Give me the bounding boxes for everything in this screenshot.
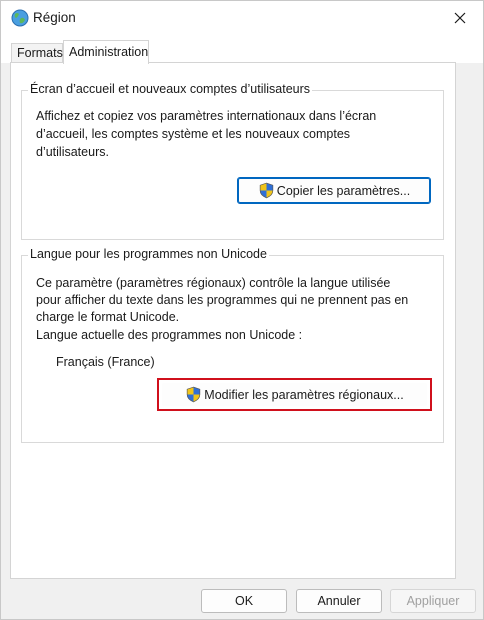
tab-strip: Formats Administration bbox=[1, 35, 483, 64]
globe-icon bbox=[11, 9, 29, 27]
welcome-screen-group: Écran d’accueil et nouveaux comptes d’ut… bbox=[21, 82, 444, 240]
ok-label: OK bbox=[234, 594, 254, 608]
welcome-text-line-1: Affichez et copiez vos paramètres intern… bbox=[36, 109, 377, 123]
administration-panel: Écran d’accueil et nouveaux comptes d’ut… bbox=[10, 62, 456, 579]
close-icon bbox=[454, 12, 466, 24]
copy-settings-label: Copier les paramètres... bbox=[276, 183, 411, 198]
ok-button[interactable]: OK bbox=[201, 589, 287, 613]
cancel-label: Annuler bbox=[317, 594, 361, 608]
title-bar: Région bbox=[1, 1, 483, 35]
unicode-text-line-1: Ce paramètre (paramètres régionaux) cont… bbox=[36, 276, 391, 290]
close-button[interactable] bbox=[437, 1, 483, 35]
apply-button[interactable]: Appliquer bbox=[390, 589, 476, 613]
welcome-text-line-2: d’accueil, les comptes système et les no… bbox=[36, 127, 351, 141]
uac-shield-icon bbox=[259, 182, 273, 199]
welcome-group-legend: Écran d’accueil et nouveaux comptes d’ut… bbox=[28, 82, 313, 96]
non-unicode-group: Langue pour les programmes non Unicode C… bbox=[21, 247, 444, 443]
current-language-value: Français (France) bbox=[56, 355, 155, 369]
current-language-label: Langue actuelle des programmes non Unico… bbox=[36, 328, 303, 342]
uac-shield-icon bbox=[187, 386, 201, 403]
tab-administration[interactable]: Administration bbox=[63, 40, 149, 64]
change-system-locale-button[interactable]: Modifier les paramètres régionaux... bbox=[161, 382, 428, 407]
welcome-text-line-3: d’utilisateurs. bbox=[36, 145, 109, 159]
copy-settings-button[interactable]: Copier les paramètres... bbox=[237, 177, 431, 204]
change-system-locale-label: Modifier les paramètres régionaux... bbox=[204, 387, 404, 402]
cancel-button[interactable]: Annuler bbox=[296, 589, 382, 613]
unicode-text-line-2: pour afficher du texte dans les programm… bbox=[36, 293, 409, 307]
unicode-text-line-3: charge le format Unicode. bbox=[36, 310, 180, 324]
tab-formats[interactable]: Formats bbox=[11, 43, 63, 62]
region-dialog: Région Formats Administration Écran d’ac… bbox=[0, 0, 484, 620]
window-title: Région bbox=[33, 10, 76, 25]
apply-label: Appliquer bbox=[406, 594, 460, 608]
non-unicode-group-legend: Langue pour les programmes non Unicode bbox=[28, 247, 269, 261]
